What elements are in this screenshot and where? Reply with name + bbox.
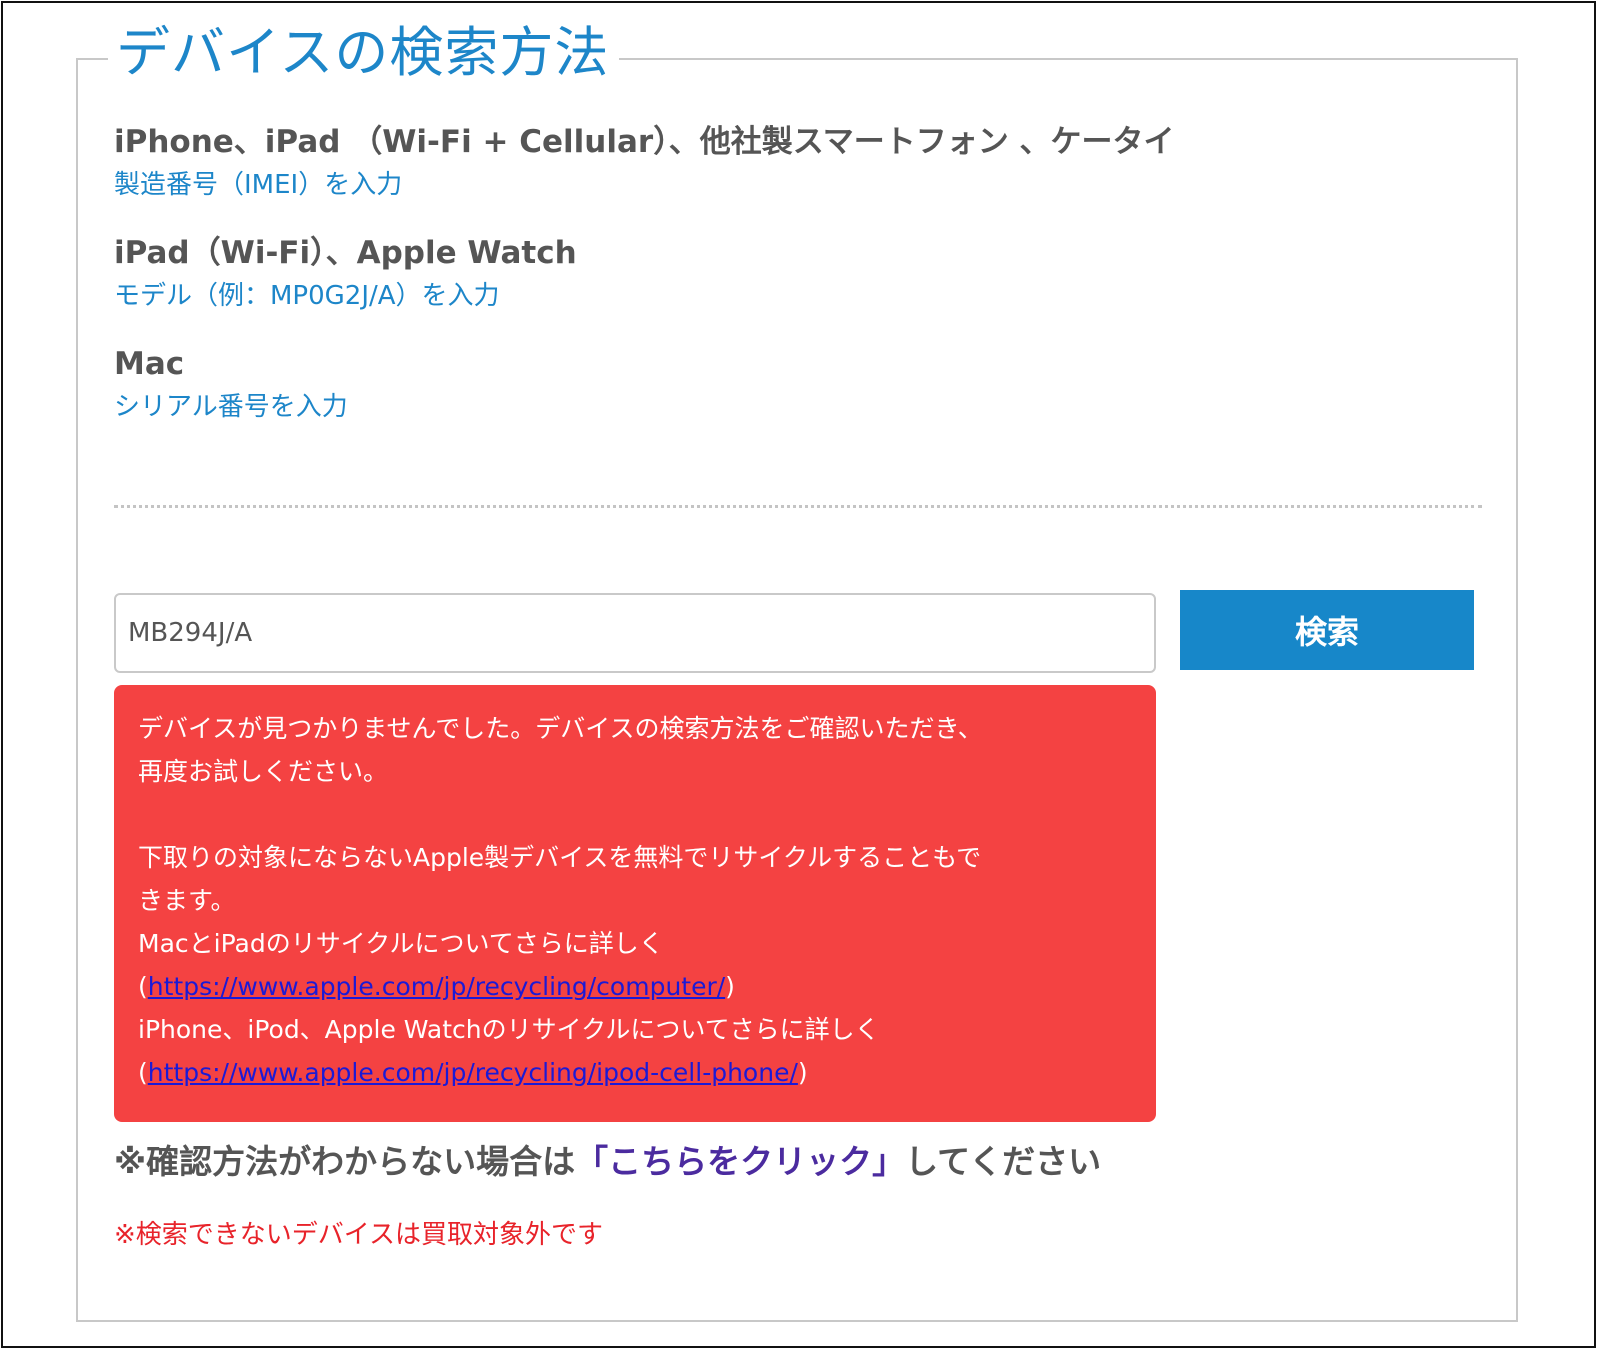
paren-close: ) [797,1058,808,1087]
paren-close: ) [725,972,735,1001]
help-line: ※確認方法がわからない場合は「こちらをクリック」してください [114,1140,1101,1184]
device-group-hint: 製造番号（IMEI）を入力 [114,170,403,200]
dotted-divider [114,505,1482,508]
help-prefix: ※確認方法がわからない場合は [114,1142,576,1181]
unsearchable-device-note: ※検索できないデバイスは買取対象外です [114,1220,604,1250]
iphone-recycling-link-line: (https://www.apple.com/jp/recycling/ipod… [138,1051,1132,1094]
error-text-line: デバイスが見つかりませんでした。デバイスの検索方法をご確認いただき、 [138,714,983,743]
help-click-link[interactable]: 「こちらをクリック」 [575,1142,905,1181]
paren-open: ( [138,1058,148,1087]
error-message-box: デバイスが見つかりませんでした。デバイスの検索方法をご確認いただき、 再度お試し… [114,685,1156,1122]
device-group-imei: iPhone、iPad （Wi-Fi + Cellular）、他社製スマートフォ… [114,122,1175,202]
iphone-recycling-link[interactable]: https://www.apple.com/jp/recycling/ipod-… [148,1058,798,1087]
device-group-model: iPad（Wi-Fi）、Apple Watch モデル（例：MP0G2J/A）を… [114,233,577,313]
mac-recycling-link-line: (https://www.apple.com/jp/recycling/comp… [138,965,1132,1008]
paren-open: ( [138,972,148,1001]
section-title: デバイスの検索方法 [108,18,620,88]
iphone-recycling-text: iPhone、iPod、Apple Watchのリサイクルについてさらに詳しく [138,1015,880,1044]
mac-recycling-link[interactable]: https://www.apple.com/jp/recycling/compu… [148,972,725,1001]
device-group-serial: Mac シリアル番号を入力 [114,344,348,424]
device-search-input[interactable] [114,593,1156,673]
device-group-title: iPad（Wi-Fi）、Apple Watch [114,235,577,271]
device-group-title: Mac [114,346,185,382]
mac-recycling-text: MacとiPadのリサイクルについてさらに詳しく [138,929,664,958]
error-text-line: 下取りの対象にならないApple製デバイスを無料でリサイクルすることもで [138,843,982,872]
device-group-title: iPhone、iPad （Wi-Fi + Cellular）、他社製スマートフォ… [114,124,1175,160]
device-group-hint: シリアル番号を入力 [114,392,348,422]
help-suffix: してください [905,1142,1102,1181]
search-button[interactable]: 検索 [1180,590,1474,670]
device-group-hint: モデル（例：MP0G2J/A）を入力 [114,281,500,311]
error-text-line: 再度お試しください。 [138,757,389,786]
error-text-line: きます。 [138,886,236,915]
